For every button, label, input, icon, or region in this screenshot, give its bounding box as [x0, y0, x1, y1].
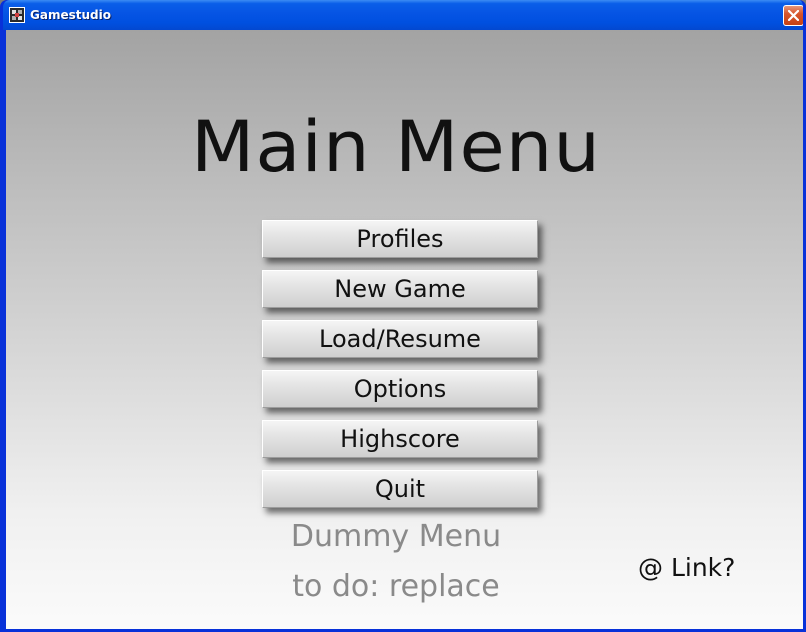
- new-game-button[interactable]: New Game: [262, 270, 538, 308]
- gamestudio-app-icon[interactable]: [9, 7, 25, 23]
- link-text[interactable]: @ Link?: [638, 551, 735, 585]
- window-title: Gamestudio: [30, 8, 111, 22]
- title-bar[interactable]: Gamestudio: [3, 0, 803, 30]
- quit-button[interactable]: Quit: [262, 470, 538, 508]
- page-title: Main Menu: [190, 106, 602, 188]
- highscore-button[interactable]: Highscore: [262, 420, 538, 458]
- main-menu: Profiles New Game Load/Resume Options Hi…: [262, 220, 542, 520]
- profiles-button[interactable]: Profiles: [262, 220, 538, 258]
- options-button[interactable]: Options: [262, 370, 538, 408]
- load-resume-button[interactable]: Load/Resume: [262, 320, 538, 358]
- application-window: Gamestudio Main Menu Profiles New Game L…: [0, 0, 806, 632]
- game-client-area: Main Menu Profiles New Game Load/Resume …: [6, 30, 803, 629]
- close-button[interactable]: [783, 5, 803, 26]
- close-x-icon: [788, 10, 799, 21]
